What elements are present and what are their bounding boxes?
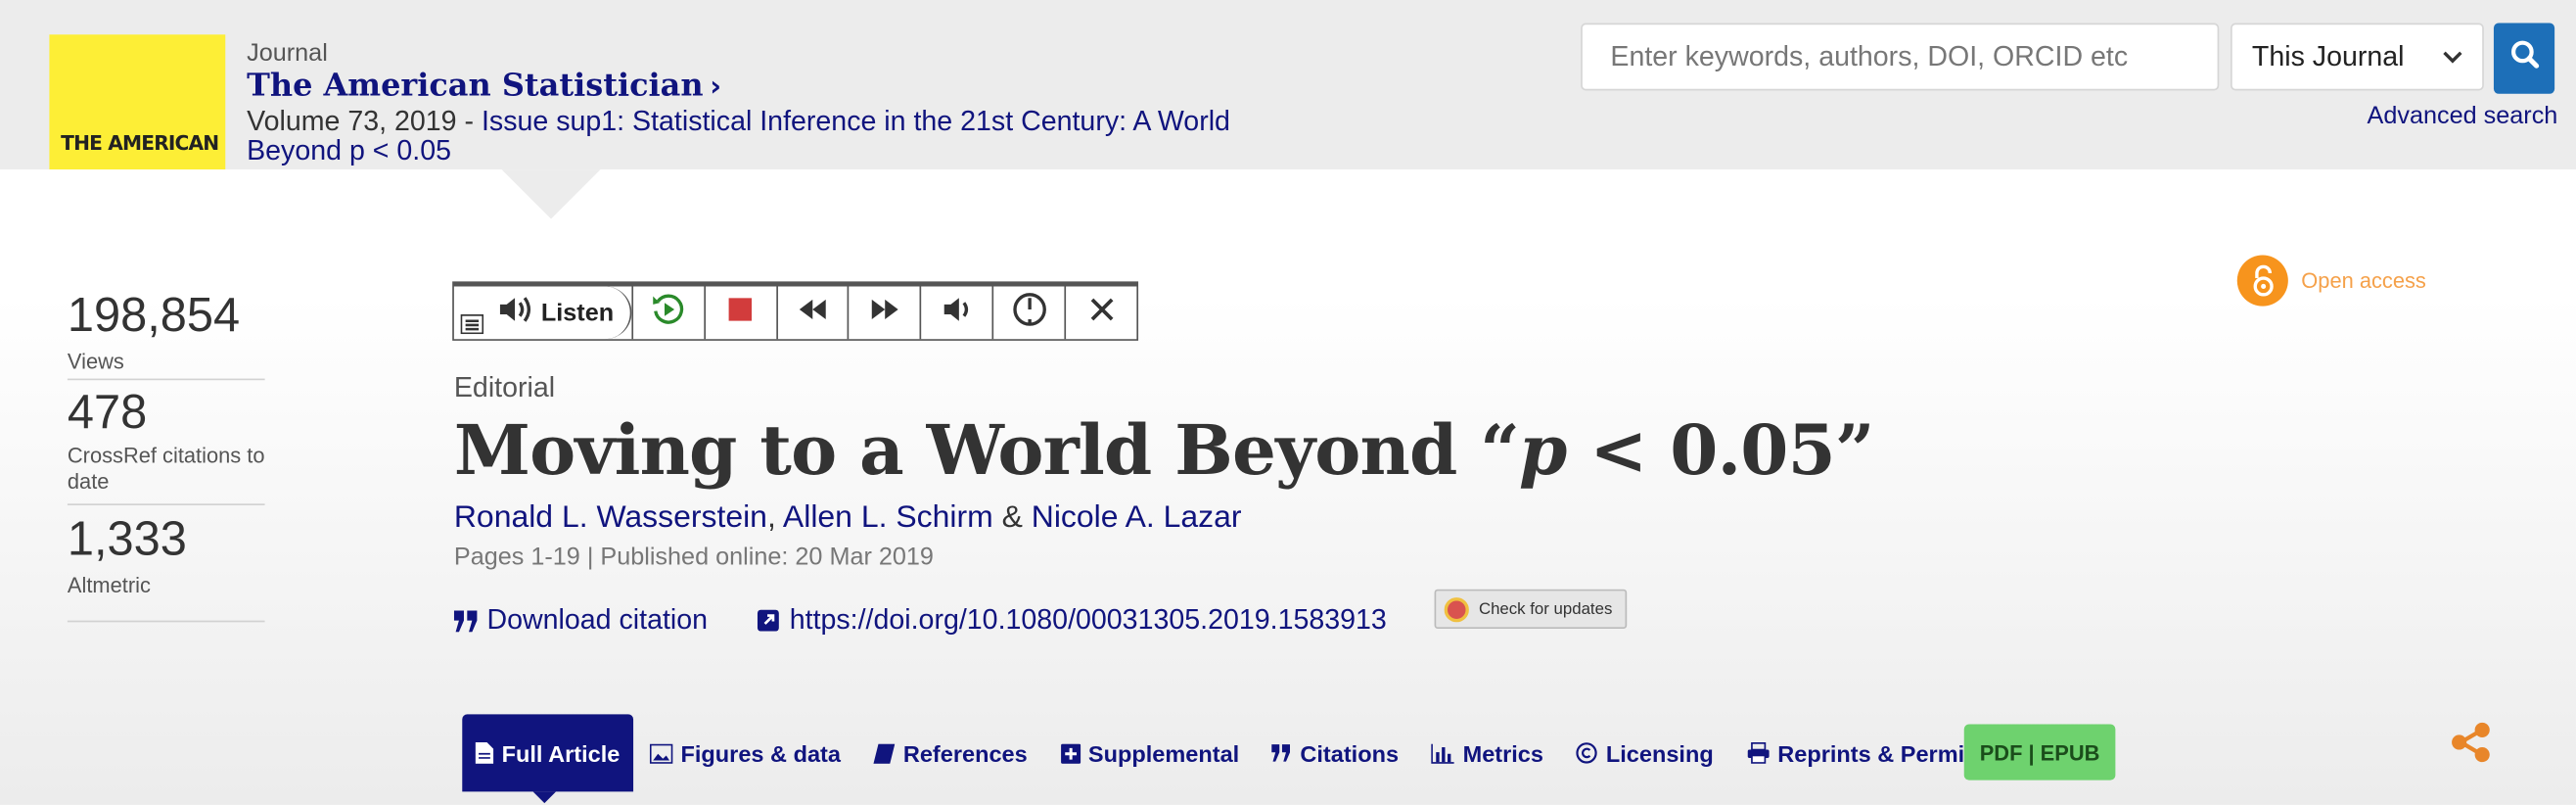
rewind-button[interactable] bbox=[775, 286, 849, 340]
check-for-updates-button[interactable]: Check for updates bbox=[1434, 589, 1628, 630]
cover-title-text: THE AMERICAN bbox=[61, 131, 219, 155]
crossmark-icon bbox=[1444, 596, 1469, 622]
pdf-epub-button[interactable]: PDF | EPUB bbox=[1963, 724, 2116, 781]
author-ampersand: & bbox=[1001, 499, 1023, 536]
doi-url: https://doi.org/10.1080/00031305.2019.15… bbox=[789, 603, 1387, 636]
fast-forward-button[interactable] bbox=[848, 286, 920, 340]
speaker-icon bbox=[496, 295, 540, 331]
metric-label: Views bbox=[67, 349, 124, 374]
book-icon bbox=[873, 742, 903, 764]
listen-label: Listen bbox=[540, 299, 615, 327]
journal-title-text: The American Statistician bbox=[247, 67, 704, 104]
download-citation-link[interactable]: Download citation bbox=[453, 603, 709, 638]
doi-link[interactable]: https://doi.org/10.1080/00031305.2019.15… bbox=[757, 604, 1387, 638]
copyright-icon bbox=[1576, 742, 1606, 764]
quote-icon bbox=[1271, 744, 1301, 762]
search-input[interactable] bbox=[1581, 23, 2220, 91]
metric-divider bbox=[67, 378, 265, 381]
search-scope-select[interactable]: This Journal bbox=[2231, 23, 2484, 91]
banner-pointer bbox=[501, 169, 601, 219]
title-text-after: < 0.05” bbox=[1566, 409, 1874, 491]
author-list: Ronald L. Wasserstein, Allen L. Schirm &… bbox=[454, 500, 1242, 537]
close-icon bbox=[1088, 296, 1115, 330]
journal-banner: THE AMERICAN Journal The American Statis… bbox=[0, 0, 2576, 170]
title-text-before: Moving to a World Beyond “ bbox=[453, 409, 1520, 491]
tab-label: Supplemental bbox=[1087, 739, 1240, 767]
tab-figures-data[interactable]: Figures & data bbox=[633, 714, 857, 791]
external-link-icon bbox=[757, 609, 780, 633]
tab-citations[interactable]: Citations bbox=[1256, 714, 1415, 791]
bar-chart-icon bbox=[1431, 742, 1463, 764]
document-icon bbox=[475, 741, 502, 764]
journal-label: Journal bbox=[247, 39, 328, 68]
article-type: Editorial bbox=[453, 371, 556, 403]
open-lock-icon bbox=[2236, 255, 2288, 307]
advanced-search-link[interactable]: Advanced search bbox=[2368, 102, 2558, 130]
plus-square-icon bbox=[1060, 742, 1088, 764]
author-link[interactable]: Allen L. Schirm bbox=[783, 500, 993, 535]
tab-label: Metrics bbox=[1462, 739, 1543, 767]
fast-forward-icon bbox=[870, 297, 899, 328]
replay-icon bbox=[650, 291, 686, 335]
search-scope-value: This Journal bbox=[2251, 40, 2405, 72]
publication-info: Pages 1-19 | Published online: 20 Mar 20… bbox=[453, 543, 934, 572]
download-citation-label: Download citation bbox=[486, 603, 709, 636]
title-italic-p: p bbox=[1518, 409, 1567, 491]
image-icon bbox=[649, 742, 681, 764]
open-access-label: Open access bbox=[2301, 267, 2426, 294]
tab-label: References bbox=[902, 739, 1028, 767]
stop-icon bbox=[728, 297, 753, 328]
tab-label: Full Article bbox=[501, 739, 621, 767]
chevron-right-icon: › bbox=[710, 71, 722, 104]
altmetric-metric[interactable]: 1,333 Altmetric bbox=[68, 513, 265, 598]
author-link[interactable]: Ronald L. Wasserstein bbox=[454, 500, 767, 535]
article-title: Moving to a World Beyond “p < 0.05” bbox=[453, 409, 1875, 491]
author-separator: , bbox=[766, 499, 776, 536]
share-icon[interactable] bbox=[2450, 721, 2493, 772]
volume-icon bbox=[941, 294, 974, 332]
tab-label: Licensing bbox=[1605, 739, 1714, 767]
speed-button[interactable] bbox=[991, 286, 1065, 340]
volume-text: Volume 73, 2019 - bbox=[247, 105, 482, 137]
journal-title-link[interactable]: The American Statistician › bbox=[247, 68, 721, 104]
printer-icon bbox=[1746, 741, 1777, 764]
tab-references[interactable]: References bbox=[857, 714, 1044, 791]
author-link[interactable]: Nicole A. Lazar bbox=[1032, 500, 1242, 535]
open-access-badge: Open access bbox=[2236, 255, 2426, 307]
check-updates-label: Check for updates bbox=[1478, 599, 1613, 619]
replay-button[interactable] bbox=[630, 286, 704, 340]
tab-licensing[interactable]: Licensing bbox=[1560, 714, 1730, 791]
tab-label: Citations bbox=[1300, 739, 1400, 767]
journal-cover-image[interactable]: THE AMERICAN bbox=[49, 34, 226, 170]
rewind-icon bbox=[798, 297, 827, 328]
metric-label: Altmetric bbox=[67, 572, 151, 598]
metric-divider bbox=[67, 503, 265, 505]
listen-button[interactable]: Listen bbox=[490, 286, 631, 340]
issue-line: Volume 73, 2019 - Issue sup1: Statistica… bbox=[247, 105, 1332, 166]
metric-value: 198,854 bbox=[67, 289, 241, 343]
article-tabs: Full Article Figures & data References S… bbox=[462, 714, 2053, 804]
quote-icon bbox=[453, 609, 479, 632]
tab-full-article[interactable]: Full Article bbox=[462, 714, 633, 804]
metric-value: 478 bbox=[67, 386, 148, 440]
metric-value: 1,333 bbox=[67, 513, 187, 567]
close-player-button[interactable] bbox=[1064, 286, 1137, 340]
metric-divider bbox=[67, 620, 265, 623]
tab-supplemental[interactable]: Supplemental bbox=[1044, 714, 1256, 791]
chevron-down-icon bbox=[2443, 45, 2462, 69]
menu-icon[interactable] bbox=[454, 286, 490, 339]
tab-metrics[interactable]: Metrics bbox=[1415, 714, 1560, 791]
crossref-citations-metric[interactable]: 478 CrossRef citations to date bbox=[68, 387, 265, 496]
speedometer-icon bbox=[1011, 291, 1047, 335]
volume-button[interactable] bbox=[920, 286, 992, 340]
search-icon bbox=[2509, 39, 2539, 77]
search-button[interactable] bbox=[2493, 23, 2555, 94]
listen-toolbar: Listen bbox=[452, 281, 1139, 341]
tab-label: Figures & data bbox=[680, 739, 841, 767]
views-metric[interactable]: 198,854 Views bbox=[68, 290, 265, 375]
stop-button[interactable] bbox=[703, 286, 776, 340]
metric-label: CrossRef citations to date bbox=[67, 443, 265, 495]
